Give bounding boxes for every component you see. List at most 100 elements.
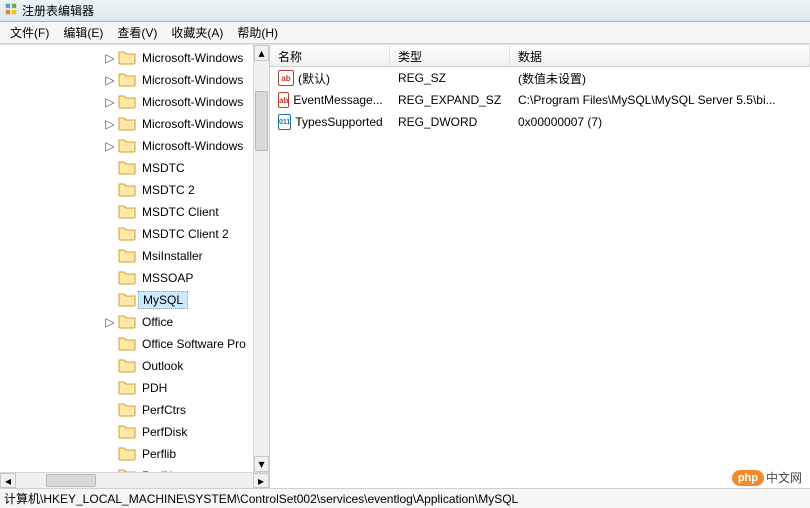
expander-icon[interactable]: [104, 426, 116, 438]
expander-icon[interactable]: [104, 470, 116, 472]
expander-icon[interactable]: ▷: [104, 96, 116, 108]
folder-icon: [118, 115, 136, 134]
expander-icon[interactable]: [104, 294, 116, 306]
cell-data: (数值未设置): [510, 68, 810, 89]
list-row[interactable]: abEventMessage...REG_EXPAND_SZC:\Program…: [270, 89, 810, 111]
tree-pane: ▷Microsoft-Windows▷Microsoft-Windows▷Mic…: [0, 45, 270, 488]
expander-icon[interactable]: [104, 206, 116, 218]
tree-item[interactable]: MsiInstaller: [4, 245, 269, 267]
menu-file[interactable]: 文件(F): [4, 22, 55, 43]
tree-item-label: Microsoft-Windows: [138, 138, 247, 154]
column-header-type[interactable]: 类型: [390, 45, 510, 66]
content-area: ▷Microsoft-Windows▷Microsoft-Windows▷Mic…: [0, 44, 810, 488]
cell-data: C:\Program Files\MySQL\MySQL Server 5.5\…: [510, 91, 810, 109]
value-name: (默认): [298, 70, 330, 87]
list-row[interactable]: 011TypesSupportedREG_DWORD0x00000007 (7): [270, 111, 810, 133]
tree-item-label: Perflib: [138, 446, 180, 462]
tree-item-label: Microsoft-Windows: [138, 50, 247, 66]
value-name: EventMessage...: [293, 93, 382, 107]
tree-item[interactable]: PerfCtrs: [4, 399, 269, 421]
tree-item[interactable]: PerfDisk: [4, 421, 269, 443]
folder-icon: [118, 445, 136, 464]
scroll-down-button[interactable]: ▾: [254, 456, 269, 472]
folder-icon: [118, 203, 136, 222]
menu-help[interactable]: 帮助(H): [231, 22, 284, 43]
menu-view[interactable]: 查看(V): [111, 22, 163, 43]
tree-item[interactable]: PerfNet: [4, 465, 269, 472]
tree-item[interactable]: Outlook: [4, 355, 269, 377]
cell-type: REG_EXPAND_SZ: [390, 91, 510, 109]
tree-item[interactable]: MSDTC Client: [4, 201, 269, 223]
folder-icon: [118, 423, 136, 442]
folder-icon: [118, 49, 136, 68]
expander-icon[interactable]: [104, 338, 116, 350]
expander-icon[interactable]: [104, 404, 116, 416]
tree-item-label: MSDTC Client 2: [138, 226, 233, 242]
tree-item[interactable]: ▷ Microsoft-Windows: [4, 135, 269, 157]
folder-icon: [118, 335, 136, 354]
cell-name: 011TypesSupported: [270, 112, 390, 132]
registry-tree[interactable]: ▷Microsoft-Windows▷Microsoft-Windows▷Mic…: [0, 45, 269, 472]
tree-item[interactable]: MSSOAP: [4, 267, 269, 289]
scroll-track-v[interactable]: [254, 61, 269, 456]
expander-icon[interactable]: [104, 448, 116, 460]
column-header-data[interactable]: 数据: [510, 45, 810, 66]
list-row[interactable]: ab(默认)REG_SZ(数值未设置): [270, 67, 810, 89]
tree-horizontal-scrollbar[interactable]: ◂ ▸: [0, 472, 269, 488]
folder-icon: [118, 313, 136, 332]
tree-item-label: MSSOAP: [138, 270, 197, 286]
folder-icon: [118, 401, 136, 420]
tree-item[interactable]: ▷Office: [4, 311, 269, 333]
column-header-name[interactable]: 名称: [270, 45, 390, 66]
app-icon: [4, 2, 18, 19]
expander-icon[interactable]: ▷: [104, 140, 116, 152]
tree-item[interactable]: MySQL: [4, 289, 269, 311]
tree-item[interactable]: ▷Microsoft-Windows: [4, 113, 269, 135]
scroll-thumb-v[interactable]: [255, 91, 268, 151]
watermark: php 中文网: [732, 469, 802, 486]
status-path: 计算机\HKEY_LOCAL_MACHINE\SYSTEM\ControlSet…: [4, 490, 518, 507]
folder-icon: [118, 225, 136, 244]
tree-item[interactable]: MSDTC: [4, 157, 269, 179]
menu-favorites[interactable]: 收藏夹(A): [165, 22, 229, 43]
expander-icon[interactable]: ▷: [104, 52, 116, 64]
tree-item[interactable]: MSDTC 2: [4, 179, 269, 201]
cell-type: REG_DWORD: [390, 113, 510, 131]
expander-icon[interactable]: ▷: [104, 316, 116, 328]
expander-icon[interactable]: [104, 360, 116, 372]
tree-item[interactable]: ▷Microsoft-Windows: [4, 69, 269, 91]
scroll-right-button[interactable]: ▸: [253, 473, 269, 488]
watermark-text: 中文网: [766, 469, 802, 486]
tree-item[interactable]: ▷ Microsoft-Windows: [4, 47, 269, 69]
reg-string-icon: ab: [278, 70, 294, 86]
scroll-thumb-h[interactable]: [46, 474, 96, 487]
tree-item[interactable]: Perflib: [4, 443, 269, 465]
expander-icon[interactable]: ▷: [104, 118, 116, 130]
list-header: 名称 类型 数据: [270, 45, 810, 67]
expander-icon[interactable]: [104, 162, 116, 174]
expander-icon[interactable]: [104, 184, 116, 196]
tree-vertical-scrollbar[interactable]: ▴ ▾: [253, 45, 269, 472]
tree-item[interactable]: MSDTC Client 2: [4, 223, 269, 245]
expander-icon[interactable]: [104, 382, 116, 394]
scroll-track-h[interactable]: [16, 473, 253, 488]
expander-icon[interactable]: ▷: [104, 74, 116, 86]
cell-name: ab(默认): [270, 68, 390, 89]
tree-item-label: MSDTC: [138, 160, 189, 176]
expander-icon[interactable]: [104, 272, 116, 284]
list-body[interactable]: ab(默认)REG_SZ(数值未设置)ab EventMessage... REG_…: [270, 67, 810, 488]
folder-icon: [118, 247, 136, 266]
folder-icon: [118, 93, 136, 112]
tree-item-label: MSDTC 2: [138, 182, 199, 198]
folder-icon: [118, 137, 136, 156]
expander-icon[interactable]: [104, 250, 116, 262]
scroll-left-button[interactable]: ◂: [0, 473, 16, 488]
tree-item[interactable]: PDH: [4, 377, 269, 399]
titlebar: 注册表编辑器: [0, 0, 810, 22]
tree-item[interactable]: Office Software Pro: [4, 333, 269, 355]
tree-item[interactable]: ▷Microsoft-Windows: [4, 91, 269, 113]
menu-edit[interactable]: 编辑(E): [57, 22, 109, 43]
list-pane: 名称 类型 数据 ab(默认)REG_SZ(数值未设置)ab EventMessa…: [270, 45, 810, 488]
expander-icon[interactable]: [104, 228, 116, 240]
scroll-up-button[interactable]: ▴: [254, 45, 269, 61]
